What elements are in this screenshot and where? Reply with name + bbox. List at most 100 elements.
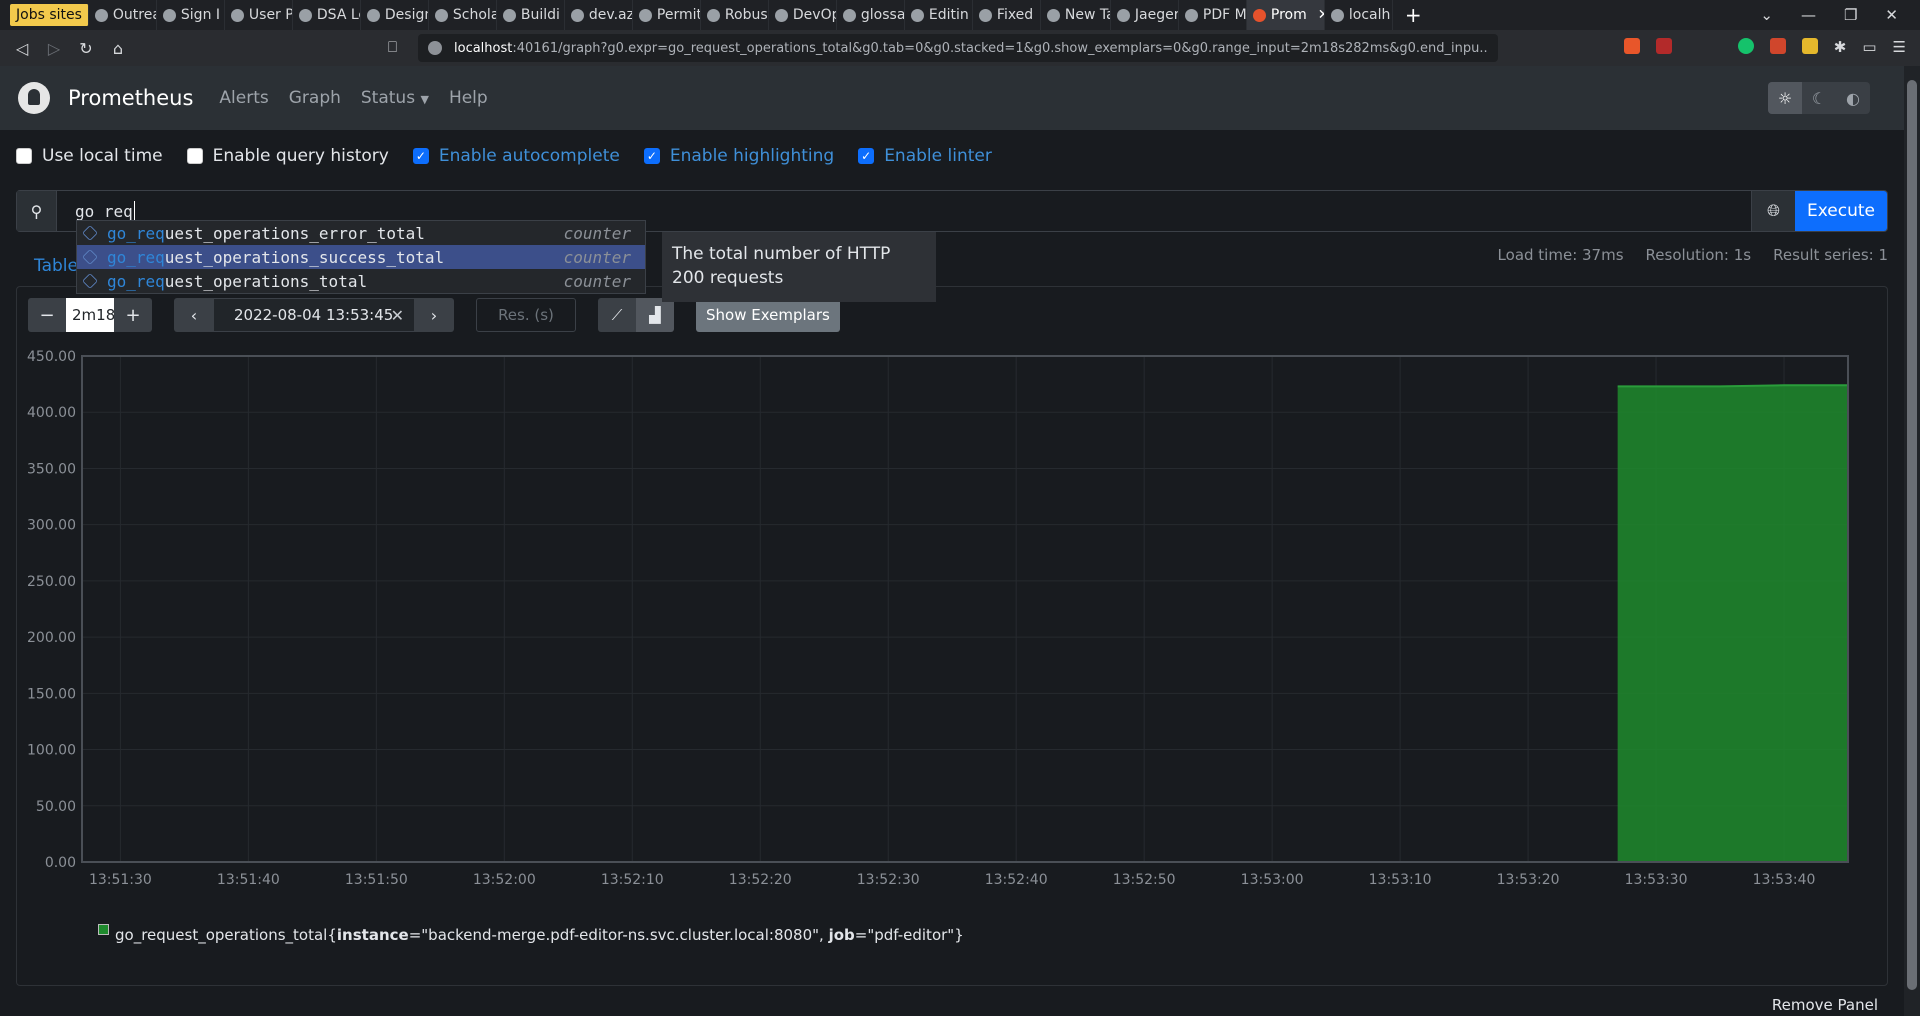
highlighting-checkbox[interactable]: ✓ — [643, 148, 660, 164]
close-tab-icon[interactable]: ✕ — [1318, 7, 1324, 23]
resolution-input[interactable]: Res. (s) — [476, 298, 576, 332]
browser-tab[interactable]: Fixed — [973, 0, 1041, 30]
x-tick-label: 13:51:50 — [345, 872, 408, 888]
graph-chart[interactable]: 450.00 400.00 350.00 300.00 250.00 200.00 150.… — [0, 340, 1904, 900]
tab-table[interactable]: Table — [34, 256, 78, 276]
auto-theme-icon[interactable]: ◐ — [1836, 82, 1870, 114]
new-tab-icon[interactable]: + — [1393, 3, 1434, 27]
autocomplete-type: counter — [563, 223, 631, 243]
reload-icon[interactable]: ↻ — [70, 39, 102, 58]
browser-tab[interactable]: New Tab — [1041, 0, 1111, 30]
nav-alerts[interactable]: Alerts — [219, 88, 268, 108]
autocomplete-match: go_req — [107, 223, 165, 243]
option-autocomplete[interactable]: ✓ Enable autocomplete — [412, 146, 620, 166]
show-exemplars-button[interactable]: Show Exemplars — [696, 298, 840, 332]
browser-tab[interactable]: Sign I — [157, 0, 225, 30]
back-icon[interactable]: ◁ — [6, 39, 38, 58]
forward-icon[interactable]: ▷ — [38, 39, 70, 58]
browser-tab[interactable]: Outrea — [89, 0, 157, 30]
close-window-icon[interactable]: ✕ — [1885, 6, 1898, 24]
prometheus-logo-icon[interactable] — [18, 82, 50, 114]
extensions-puzzle-icon[interactable]: ✱ — [1834, 38, 1847, 56]
line-chart-icon[interactable]: ⟋ — [598, 298, 636, 332]
wallet-icon[interactable]: ▭ — [1862, 38, 1876, 56]
graph-legend[interactable]: go_request_operations_total{instance = "ba… — [98, 923, 964, 944]
tab-favicon-icon — [94, 8, 108, 22]
browser-tab[interactable]: Robust — [701, 0, 769, 30]
nav-graph[interactable]: Graph — [289, 88, 341, 108]
extension-red-icon[interactable] — [1769, 38, 1786, 54]
browser-tab[interactable]: Permit — [633, 0, 701, 30]
query-stats: Load time: 37ms Resolution: 1s Result se… — [1498, 246, 1888, 264]
increase-range-button[interactable]: + — [114, 298, 152, 332]
rewards-icon[interactable] — [1655, 38, 1672, 54]
browser-tab[interactable]: glossa — [837, 0, 905, 30]
y-tick-label: 150.00 — [27, 686, 76, 702]
linter-checkbox[interactable]: ✓ — [858, 148, 875, 164]
minimize-icon[interactable]: — — [1801, 6, 1816, 24]
brand[interactable]: Prometheus — [68, 86, 193, 110]
browser-tab[interactable]: Jaeger — [1111, 0, 1179, 30]
remove-panel-link[interactable]: Remove Panel — [1772, 996, 1878, 1014]
grammarly-icon[interactable] — [1737, 38, 1754, 54]
local-time-checkbox[interactable] — [16, 148, 32, 164]
brave-shield-icon[interactable] — [1623, 38, 1640, 54]
option-local-time[interactable]: Use local time — [16, 146, 163, 166]
browser-tab[interactable]: Design — [361, 0, 429, 30]
option-query-history[interactable]: Enable query history — [186, 146, 389, 166]
browser-tab[interactable]: localh — [1325, 0, 1393, 30]
autocomplete-checkbox[interactable]: ✓ — [412, 148, 429, 164]
nav-status[interactable]: Status ▼ — [361, 88, 429, 108]
page-scrollbar[interactable] — [1904, 66, 1920, 1016]
series-line — [1617, 384, 1848, 388]
extension-yellow-icon[interactable] — [1801, 38, 1818, 54]
tab-label: User P — [248, 7, 293, 23]
browser-tab[interactable]: Buildi — [497, 0, 565, 30]
tab-list-icon[interactable]: ⌄ — [1760, 6, 1773, 24]
dark-theme-icon[interactable]: ☾ — [1802, 82, 1836, 114]
browser-tab[interactable]: Schola — [429, 0, 497, 30]
end-time-value: 2022-08-04 13:53:45 — [234, 306, 394, 324]
previous-time-button[interactable]: ‹ — [174, 298, 214, 332]
execute-button[interactable]: Execute — [1795, 191, 1887, 231]
next-time-button[interactable]: › — [414, 298, 454, 332]
autocomplete-item[interactable]: go_req uest_operations_total counter — [77, 269, 645, 293]
legend-swatch — [98, 923, 109, 935]
tab-favicon-icon — [774, 8, 788, 22]
metrics-explorer-icon[interactable]: 🌐︎ — [1751, 191, 1795, 231]
theme-toggle: ☼ ☾ ◐ — [1768, 82, 1870, 114]
option-highlighting[interactable]: ✓ Enable highlighting — [643, 146, 834, 166]
browser-tab[interactable]: DevOps — [769, 0, 837, 30]
end-time-input[interactable]: 2022-08-04 13:53:45 ✕ — [214, 298, 414, 332]
maximize-icon[interactable]: ❐ — [1844, 6, 1857, 24]
y-tick-label: 300.00 — [27, 518, 76, 534]
clear-time-icon[interactable]: ✕ — [391, 306, 404, 325]
site-info-icon[interactable] — [428, 41, 442, 55]
nav-help[interactable]: Help — [449, 88, 488, 108]
scrollbar-thumb[interactable] — [1907, 80, 1917, 990]
option-linter[interactable]: ✓ Enable linter — [858, 146, 992, 166]
range-input[interactable]: 2m18s282ms — [66, 298, 114, 332]
menu-icon[interactable]: ☰ — [1893, 38, 1906, 56]
browser-tab[interactable]: DSA Le — [293, 0, 361, 30]
browser-tab[interactable]: Prom ✕ — [1246, 0, 1325, 30]
browser-toolbar: ◁ ▷ ↻ ⌂ ⎕ localhost :40161/graph?g0.expr… — [0, 30, 1920, 66]
bookmark-icon[interactable]: ⎕ — [388, 38, 397, 56]
chart-type-toggle: ⟋ ▟ — [598, 298, 674, 332]
query-history-checkbox[interactable] — [186, 148, 203, 164]
stacked-chart-icon[interactable]: ▟ — [636, 298, 674, 332]
browser-tab[interactable]: Jobs sites — [10, 4, 89, 26]
browser-tab[interactable]: dev.az — [565, 0, 633, 30]
decrease-range-button[interactable]: − — [28, 298, 66, 332]
light-theme-icon[interactable]: ☼ — [1768, 82, 1802, 114]
metric-icon — [82, 249, 98, 265]
browser-tab[interactable]: Editin — [905, 0, 973, 30]
tab-label: Robust — [724, 7, 769, 23]
autocomplete-item[interactable]: go_req uest_operations_error_total counter — [77, 221, 645, 245]
browser-tab[interactable]: PDF Me — [1179, 0, 1247, 30]
tab-favicon-icon — [910, 8, 924, 22]
autocomplete-item[interactable]: go_req uest_operations_success_total count… — [77, 245, 645, 269]
browser-tab[interactable]: User P — [225, 0, 293, 30]
address-bar[interactable]: localhost :40161/graph?g0.expr=go_reques… — [418, 34, 1498, 62]
home-icon[interactable]: ⌂ — [102, 39, 134, 58]
